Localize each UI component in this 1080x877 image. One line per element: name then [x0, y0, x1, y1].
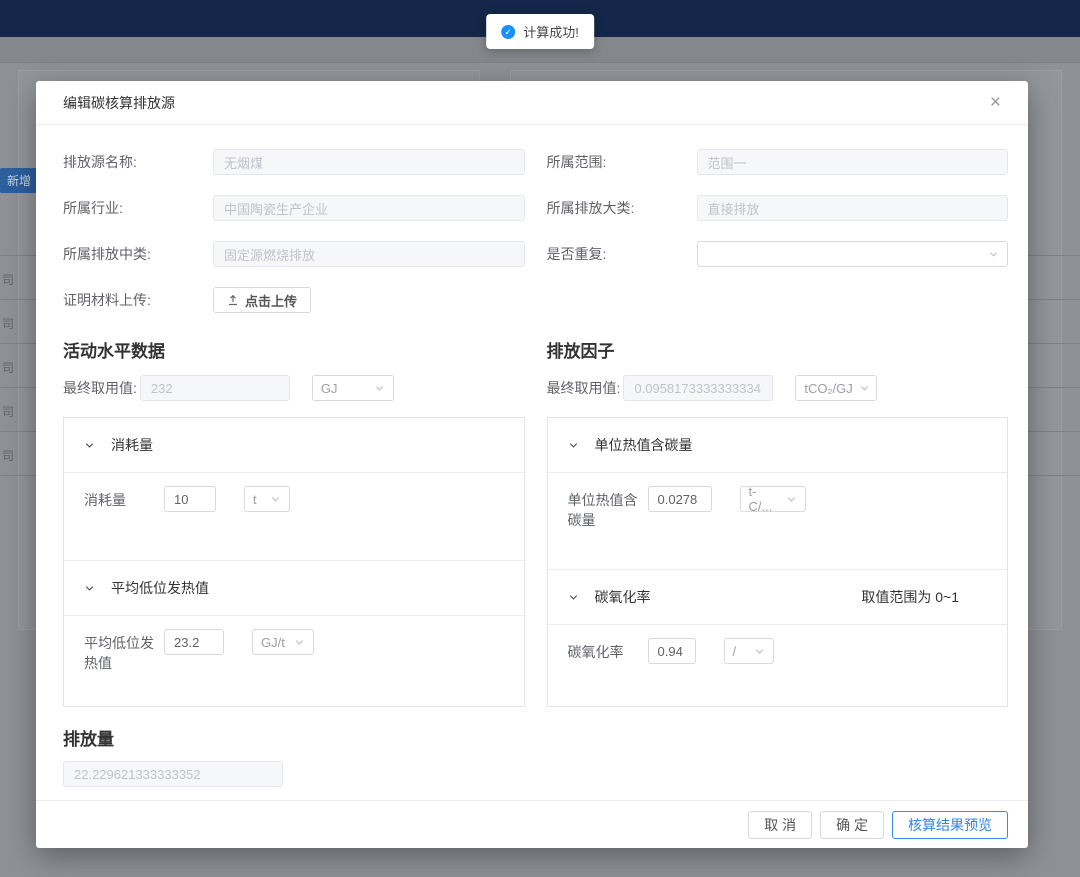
upload-button-label: 点击上传: [245, 291, 297, 310]
field-is-duplicate: 是否重复:: [547, 241, 1009, 267]
factor-heading: 排放因子: [547, 337, 1009, 362]
carbon-content-unit-select[interactable]: t-C/...: [740, 486, 806, 512]
toast-message: 计算成功!: [523, 22, 579, 41]
factor-unit-select[interactable]: tCO₂/GJ: [795, 375, 877, 401]
final-value-label: 最终取用值:: [63, 378, 137, 398]
add-button[interactable]: 新增: [0, 168, 38, 193]
calculation-sections: 活动水平数据 最终取用值: GJ 消耗量: [63, 337, 1008, 707]
carbon-content-label: 单位热值含碳量: [568, 486, 648, 531]
factor-final-row: 最终取用值: tCO₂/GJ: [547, 375, 1009, 401]
field-label: 排放源名称:: [63, 152, 213, 172]
chevron-down-icon: [786, 494, 797, 505]
field-industry: 所属行业:: [63, 195, 525, 221]
source-name-input: [213, 149, 525, 175]
chevron-down-icon: [988, 249, 999, 260]
close-icon[interactable]: ×: [990, 93, 1001, 112]
select-value: t: [253, 492, 257, 507]
scope-input: [697, 149, 1009, 175]
basic-info-form: 排放源名称: 所属范围: 所属行业: 所属排放大类: 所属排放中类:: [63, 149, 1008, 313]
panel-title: 单位热值含碳量: [595, 435, 693, 455]
emission-amount-section: 排放量: [63, 725, 1008, 787]
field-label: 所属范围:: [547, 152, 697, 172]
dialog-body: 排放源名称: 所属范围: 所属行业: 所属排放大类: 所属排放中类:: [36, 125, 1028, 800]
field-label: 所属排放中类:: [63, 244, 213, 264]
field-scope: 所属范围:: [547, 149, 1009, 175]
emission-factor-section: 排放因子 最终取用值: tCO₂/GJ 单位热值含碳量: [547, 337, 1009, 707]
upload-icon: [227, 294, 239, 306]
heating-value-panel-header[interactable]: 平均低位发热值: [64, 561, 524, 616]
select-value: /: [733, 644, 737, 659]
field-middle-category: 所属排放中类:: [63, 241, 525, 267]
activity-data-section: 活动水平数据 最终取用值: GJ 消耗量: [63, 337, 525, 707]
dialog-footer: 取 消 确 定 核算结果预览: [36, 800, 1028, 848]
cancel-button[interactable]: 取 消: [748, 811, 812, 839]
heating-value-label: 平均低位发热值: [84, 629, 164, 674]
oxidation-rate-unit-select[interactable]: /: [724, 638, 774, 664]
select-value: t-C/...: [749, 484, 780, 514]
value-range-note: 取值范围为 0~1: [861, 587, 987, 607]
carbon-content-input[interactable]: [648, 486, 712, 512]
consumption-label: 消耗量: [84, 486, 164, 510]
dialog-title: 编辑碳核算排放源: [63, 93, 175, 113]
major-category-input: [697, 195, 1009, 221]
field-upload: 证明材料上传: 点击上传: [63, 287, 525, 313]
activity-collapse-box: 消耗量 消耗量 t 平均低位发热值: [63, 417, 525, 707]
final-value-label: 最终取用值:: [547, 378, 621, 398]
confirm-button[interactable]: 确 定: [820, 811, 884, 839]
panel-title: 碳氧化率: [595, 587, 651, 607]
middle-category-input: [213, 241, 525, 267]
screen: 司 司 司 司 司 新增 ✓ 计算成功! 编辑碳核算排放源 × 排放源名称: 所…: [0, 0, 1080, 877]
chevron-down-icon: [294, 637, 305, 648]
oxidation-rate-input[interactable]: [648, 638, 696, 664]
chevron-down-icon: [568, 440, 579, 451]
panel-title: 消耗量: [111, 435, 153, 455]
chevron-down-icon: [754, 646, 765, 657]
oxidation-rate-panel-header[interactable]: 碳氧化率 取值范围为 0~1: [548, 570, 1008, 625]
select-value: GJ/t: [261, 635, 285, 650]
chevron-down-icon: [84, 440, 95, 451]
emission-amount-input: [63, 761, 283, 787]
activity-final-row: 最终取用值: GJ: [63, 375, 525, 401]
heating-value-panel-content: 平均低位发热值 GJ/t: [64, 616, 524, 687]
carbon-content-panel-content: 单位热值含碳量 t-C/...: [548, 473, 1008, 570]
factor-final-input: [623, 375, 773, 401]
factor-collapse-box: 单位热值含碳量 单位热值含碳量 t-C/... 碳氧化: [547, 417, 1009, 707]
oxidation-rate-panel-content: 碳氧化率 /: [548, 625, 1008, 677]
field-label: 所属排放大类:: [547, 198, 697, 218]
field-label: 是否重复:: [547, 244, 697, 264]
consumption-unit-select[interactable]: t: [244, 486, 290, 512]
carbon-content-panel-header[interactable]: 单位热值含碳量: [548, 418, 1008, 473]
is-duplicate-select[interactable]: [697, 241, 1009, 267]
field-label: 所属行业:: [63, 198, 213, 218]
select-value: GJ: [321, 381, 338, 396]
success-check-icon: ✓: [501, 25, 515, 39]
dialog-header: 编辑碳核算排放源 ×: [36, 81, 1028, 125]
chevron-down-icon: [84, 583, 95, 594]
result-preview-button[interactable]: 核算结果预览: [892, 811, 1008, 839]
industry-input: [213, 195, 525, 221]
edit-emission-source-dialog: 编辑碳核算排放源 × 排放源名称: 所属范围: 所属行业: 所属: [36, 81, 1028, 848]
activity-heading: 活动水平数据: [63, 337, 525, 362]
field-major-category: 所属排放大类:: [547, 195, 1009, 221]
consumption-panel-content: 消耗量 t: [64, 473, 524, 561]
select-value: tCO₂/GJ: [804, 381, 852, 396]
heating-value-unit-select[interactable]: GJ/t: [252, 629, 314, 655]
emission-heading: 排放量: [63, 725, 1008, 750]
chevron-down-icon: [568, 592, 579, 603]
field-source-name: 排放源名称:: [63, 149, 525, 175]
chevron-down-icon: [859, 383, 870, 394]
upload-button[interactable]: 点击上传: [213, 287, 311, 313]
activity-final-input: [140, 375, 290, 401]
consumption-input[interactable]: [164, 486, 216, 512]
activity-unit-select[interactable]: GJ: [312, 375, 394, 401]
heating-value-input[interactable]: [164, 629, 224, 655]
panel-title: 平均低位发热值: [111, 578, 209, 598]
field-label: 证明材料上传:: [63, 290, 213, 310]
oxidation-rate-label: 碳氧化率: [568, 638, 648, 662]
chevron-down-icon: [374, 383, 385, 394]
chevron-down-icon: [270, 494, 281, 505]
consumption-panel-header[interactable]: 消耗量: [64, 418, 524, 473]
toast-success: ✓ 计算成功!: [486, 14, 594, 49]
